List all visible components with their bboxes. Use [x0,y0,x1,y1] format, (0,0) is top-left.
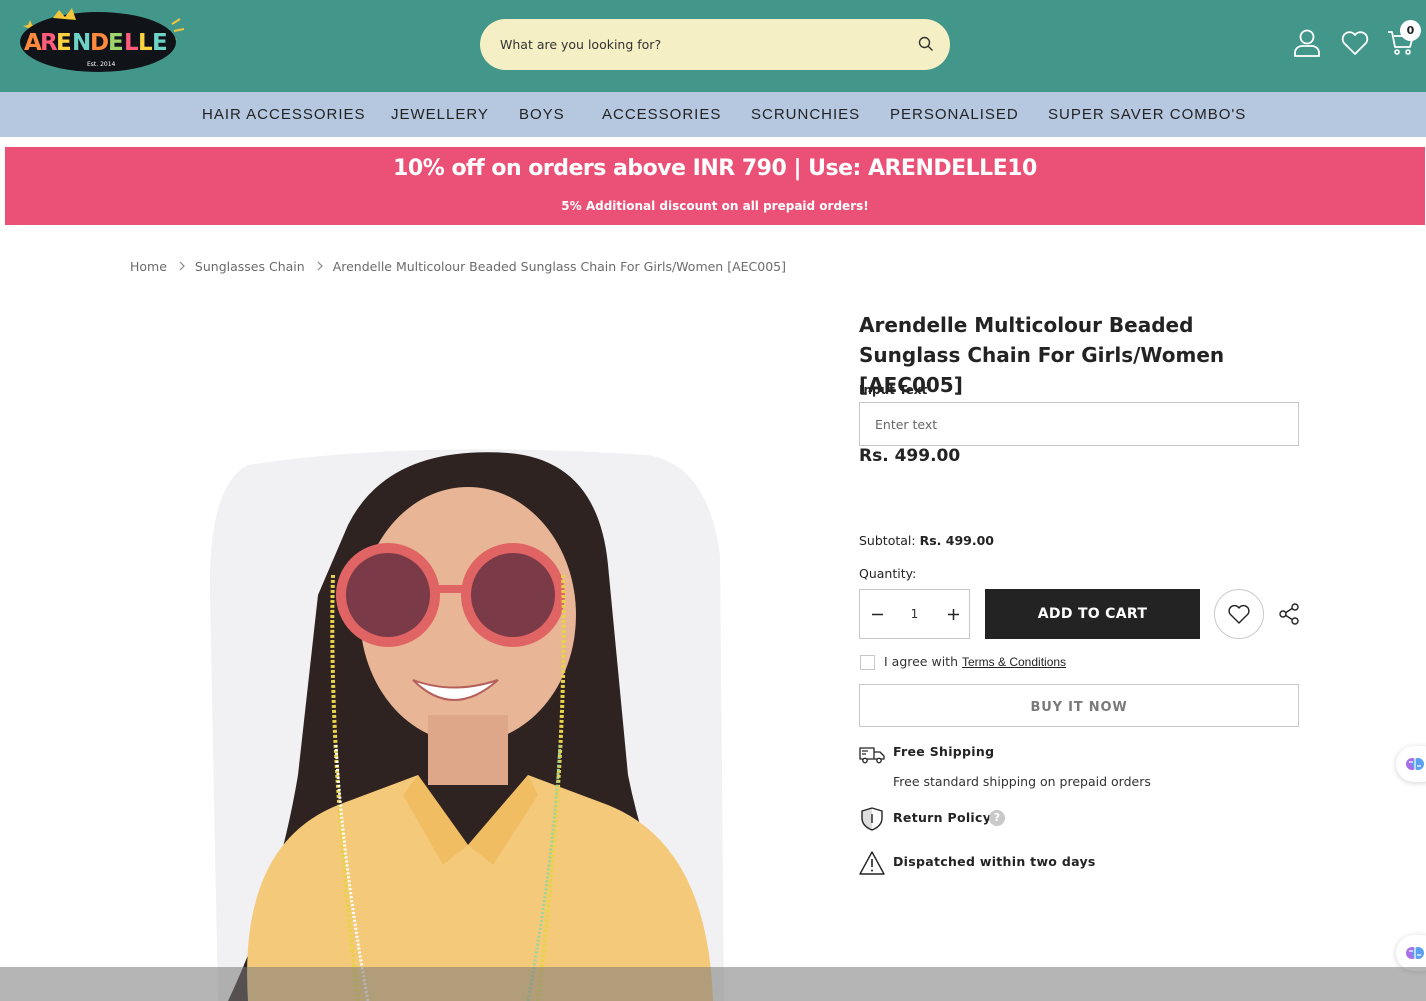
nav-item-scrunchies[interactable]: SCRUNCHIES [751,92,860,137]
quantity-label: Quantity: [859,566,917,581]
help-icon[interactable]: ? [989,810,1005,826]
product-price: Rs. 499.00 [859,446,961,466]
custom-text-input[interactable] [859,402,1299,446]
input-text-label: Input Text [859,383,928,397]
svg-text:L: L [138,30,153,56]
quantity-decrease-button[interactable] [860,590,894,638]
promo-banner: 10% off on orders above INR 790 | Use: A… [5,147,1425,225]
product-image[interactable] [208,445,724,1001]
subtotal-label: Subtotal: [859,533,916,548]
crown-icon [53,8,76,20]
terms-conditions-link[interactable]: Terms & Conditions [962,655,1066,669]
svg-text:E: E [152,30,168,56]
subtotal: Subtotal: Rs. 499.00 [859,533,994,548]
breadcrumb-current: Arendelle Multicolour Beaded Sunglass Ch… [332,258,786,274]
search-input[interactable] [500,19,900,70]
free-shipping-title: Free Shipping [893,744,995,759]
floating-widget-button-2[interactable] [1396,935,1426,971]
brain-icon [1406,947,1424,959]
bottom-overlay-bar [0,967,1426,1001]
svg-text:E: E [56,30,72,56]
return-policy-title[interactable]: Return Policy [893,810,991,825]
quantity-stepper [859,589,970,639]
brain-icon [1406,758,1424,770]
breadcrumb-sunglasses-chain[interactable]: Sunglasses Chain [195,259,305,274]
add-to-wishlist-button[interactable] [1214,589,1264,639]
nav-item-hair-accessories[interactable]: HAIR ACCESSORIES [202,92,366,137]
user-icon[interactable] [1292,28,1322,58]
main-nav: HAIR ACCESSORIES JEWELLERY BOYS ACCESSOR… [0,92,1426,137]
terms-checkbox[interactable] [860,655,875,670]
nav-item-super-saver-combos[interactable]: SUPER SAVER COMBO'S [1048,92,1246,137]
truck-icon [859,747,885,764]
site-header: A R E N D E L L E Est. 2014 0 [0,0,1426,92]
nav-item-boys[interactable]: BOYS [519,92,565,137]
floating-widget-button[interactable] [1396,746,1426,782]
breadcrumb-home[interactable]: Home [130,259,167,274]
share-icon[interactable] [1278,603,1300,625]
heart-icon [1228,604,1250,624]
svg-text:D: D [90,30,109,56]
dispatch-title: Dispatched within two days [893,854,1096,869]
svg-text:N: N [72,30,91,56]
site-logo[interactable]: A R E N D E L L E Est. 2014 [12,6,192,76]
nav-item-jewellery[interactable]: JEWELLERY [391,92,489,137]
buy-it-now-button[interactable]: BUY IT NOW [859,684,1299,727]
promo-subtitle: 5% Additional discount on all prepaid or… [561,199,869,213]
plus-icon [947,608,959,620]
warning-icon [859,851,885,875]
chevron-right-icon [179,261,185,271]
search-icon[interactable] [918,36,934,52]
svg-text:L: L [124,30,139,56]
cart-count-badge: 0 [1400,20,1421,41]
breadcrumb: Home Sunglasses Chain Arendelle Multicol… [130,257,786,275]
minus-icon [871,613,883,615]
svg-text:E: E [108,30,124,56]
free-shipping-subtitle: Free standard shipping on prepaid orders [893,774,1151,789]
nav-item-accessories[interactable]: ACCESSORIES [602,92,721,137]
promo-title: 10% off on orders above INR 790 | Use: A… [393,156,1037,181]
logo-wordmark: A R E N D E L L E [24,30,168,56]
add-to-cart-button[interactable]: ADD TO CART [985,589,1200,639]
quantity-increase-button[interactable] [936,590,970,638]
agree-text: I agree with [884,654,958,669]
chevron-right-icon [317,261,323,271]
nav-item-personalised[interactable]: PERSONALISED [890,92,1019,137]
search-bar [480,19,950,70]
quantity-input[interactable] [894,590,935,638]
shield-icon [861,807,883,831]
heart-icon[interactable] [1340,28,1370,58]
logo-tagline: Est. 2014 [87,61,116,68]
subtotal-value: Rs. 499.00 [919,533,994,548]
